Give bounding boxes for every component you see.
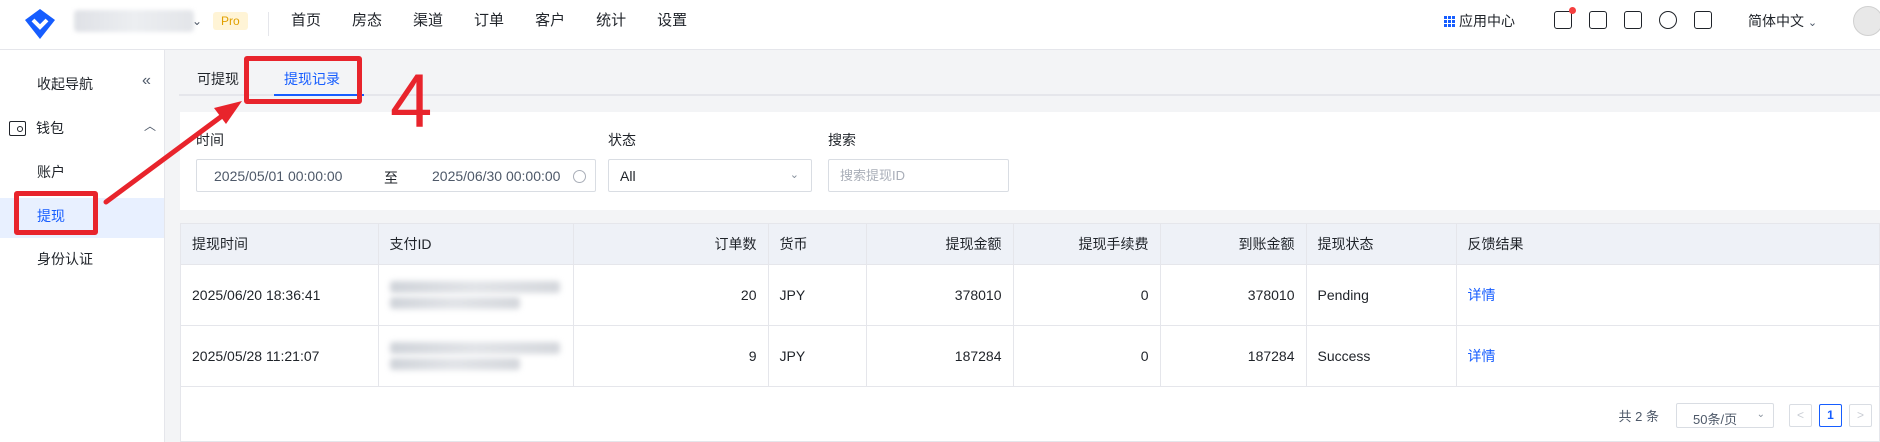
annotation-arrow-icon: [103, 101, 242, 205]
